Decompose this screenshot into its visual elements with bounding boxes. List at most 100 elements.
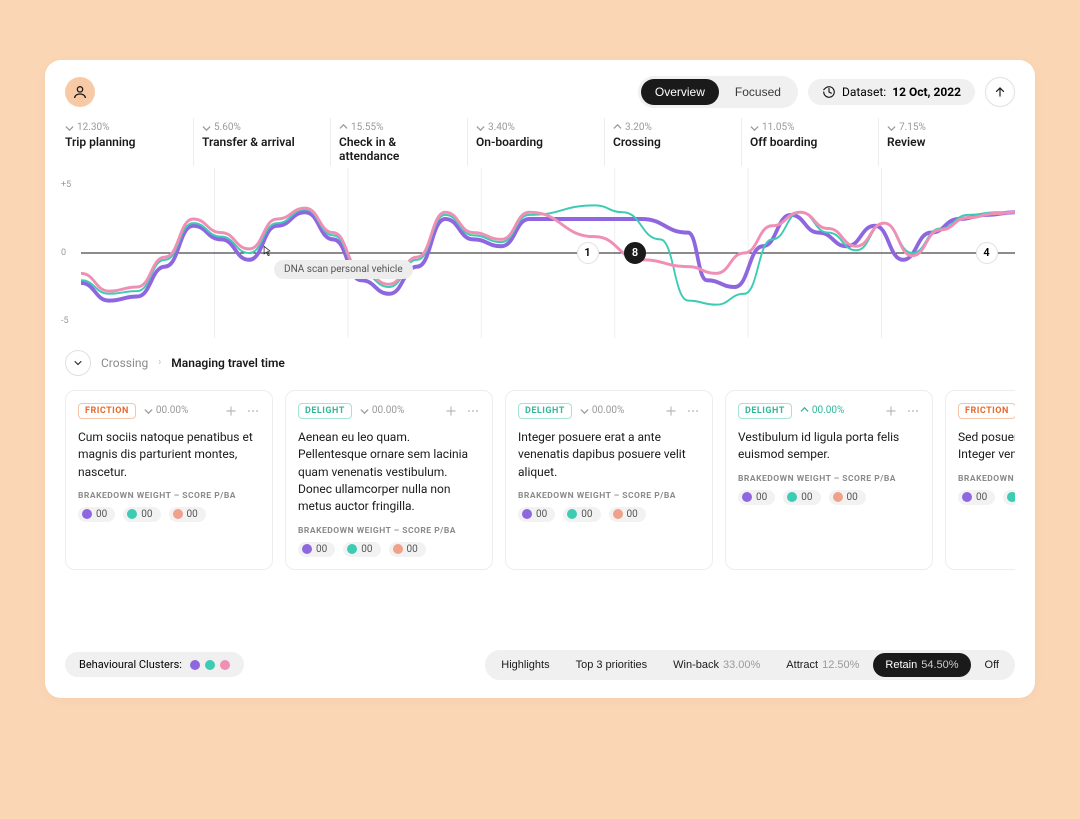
score-dot-icon [127, 509, 137, 519]
score-pill: 00 [169, 507, 206, 522]
focused-button[interactable]: Focused [721, 79, 795, 105]
avatar[interactable] [65, 77, 95, 107]
plus-icon [444, 404, 458, 418]
filter-button[interactable]: Win-back33.00% [661, 653, 772, 677]
card-subhead: BRAKEDOWN WEIGHT – SCORE P/BA [958, 474, 1015, 484]
top-right: Overview Focused Dataset: 12 Oct, 2022 [638, 76, 1015, 108]
cluster-dot-pink [220, 660, 230, 670]
cluster-dot-purple [190, 660, 200, 670]
card-add-button[interactable] [664, 404, 678, 418]
chart-svg [81, 168, 1015, 338]
filter-pct: 12.50% [822, 659, 859, 671]
card-body: Sed posuere consectetur lobortis. Intege… [958, 429, 1015, 464]
stage-delta: 15.55% [339, 122, 459, 133]
score-pill: 00 [609, 507, 646, 522]
score-pill: 00 [829, 490, 866, 505]
card-more-button[interactable] [466, 404, 480, 418]
insight-card[interactable]: FRICTION 00.00% Sed posuere consectetur … [945, 390, 1015, 570]
card-delta: 00.00% [144, 405, 188, 416]
filter-button[interactable]: Off [973, 653, 1011, 677]
card-tag: DELIGHT [738, 403, 792, 419]
card-more-button[interactable] [246, 404, 260, 418]
score-dot-icon [742, 492, 752, 502]
y-axis-ticks: +5 0 -5 [61, 168, 81, 338]
topbar: Overview Focused Dataset: 12 Oct, 2022 [65, 76, 1015, 108]
score-dot-icon [347, 544, 357, 554]
chart-point-badge[interactable]: 1 [577, 242, 599, 264]
y-tick: +5 [61, 180, 71, 190]
card-scores: 0000 [958, 490, 1015, 505]
insight-card[interactable]: DELIGHT 00.00% Aenean eu leo quam. Pelle… [285, 390, 493, 570]
breadcrumb-sep-icon: › [158, 357, 161, 368]
more-icon [686, 404, 700, 418]
clusters-pill[interactable]: Behavioural Clusters: [65, 652, 244, 677]
stage-column[interactable]: 3.20% Crossing [604, 118, 741, 166]
score-pill: 00 [1003, 490, 1015, 505]
stages-row: 12.30% Trip planning 5.60% Transfer & ar… [65, 118, 1015, 166]
score-pill: 00 [78, 507, 115, 522]
insight-card[interactable]: DELIGHT 00.00% Vestibulum id ligula port… [725, 390, 933, 570]
stage-delta: 11.05% [750, 122, 870, 133]
score-dot-icon [302, 544, 312, 554]
insight-card[interactable]: DELIGHT 00.00% Integer posuere erat a an… [505, 390, 713, 570]
breadcrumb: Crossing › Managing travel time [65, 350, 1015, 376]
cursor-icon [260, 243, 274, 257]
breadcrumb-parent[interactable]: Crossing [101, 356, 148, 370]
score-dot-icon [82, 509, 92, 519]
stage-column[interactable]: 5.60% Transfer & arrival [193, 118, 330, 166]
insight-card[interactable]: FRICTION 00.00% Cum sociis natoque penat… [65, 390, 273, 570]
score-dot-icon [173, 509, 183, 519]
stage-delta: 5.60% [202, 122, 322, 133]
user-icon [72, 84, 88, 100]
filter-button[interactable]: Top 3 priorities [564, 653, 660, 677]
chart-point-badge[interactable]: 4 [976, 242, 998, 264]
stage-label: Transfer & arrival [202, 135, 322, 149]
cards-row: FRICTION 00.00% Cum sociis natoque penat… [65, 390, 1015, 570]
plus-icon [224, 404, 238, 418]
stage-column[interactable]: 3.40% On-boarding [467, 118, 604, 166]
score-pill: 00 [738, 490, 775, 505]
chart-tooltip: DNA scan personal vehicle [274, 260, 413, 279]
card-delta: 00.00% [800, 405, 844, 416]
filter-button[interactable]: Highlights [489, 653, 561, 677]
card-header: FRICTION 00.00% [958, 403, 1015, 419]
card-tag: DELIGHT [518, 403, 572, 419]
card-add-button[interactable] [224, 404, 238, 418]
card-add-button[interactable] [444, 404, 458, 418]
overview-button[interactable]: Overview [641, 79, 719, 105]
score-dot-icon [522, 509, 532, 519]
card-subhead: BRAKEDOWN WEIGHT – SCORE P/BA [518, 491, 700, 501]
chart-point-badge[interactable]: 8 [624, 242, 646, 264]
filter-button[interactable]: Retain54.50% [873, 653, 970, 677]
stage-column[interactable]: 11.05% Off boarding [741, 118, 878, 166]
stage-column[interactable]: 15.55% Check in & attendance [330, 118, 467, 166]
card-delta: 00.00% [360, 405, 404, 416]
score-pill: 00 [389, 542, 426, 557]
history-icon [822, 85, 836, 99]
plus-icon [664, 404, 678, 418]
stage-label: Trip planning [65, 135, 185, 149]
stage-delta: 7.15% [887, 122, 1007, 133]
cluster-dots [190, 660, 230, 670]
score-dot-icon [962, 492, 972, 502]
score-dot-icon [393, 544, 403, 554]
filter-button[interactable]: Attract12.50% [774, 653, 871, 677]
card-header: DELIGHT 00.00% [518, 403, 700, 419]
filter-label: Off [985, 659, 999, 671]
breadcrumb-toggle[interactable] [65, 350, 91, 376]
card-header: DELIGHT 00.00% [298, 403, 480, 419]
stage-column[interactable]: 7.15% Review [878, 118, 1015, 166]
upload-button[interactable] [985, 77, 1015, 107]
score-pill: 00 [123, 507, 160, 522]
card-add-button[interactable] [884, 404, 898, 418]
card-more-button[interactable] [906, 404, 920, 418]
card-subhead: BRAKEDOWN WEIGHT – SCORE P/BA [298, 526, 480, 536]
score-dot-icon [613, 509, 623, 519]
card-tag: FRICTION [958, 403, 1015, 419]
score-pill: 00 [563, 507, 600, 522]
card-more-button[interactable] [686, 404, 700, 418]
view-toggle: Overview Focused [638, 76, 798, 108]
dataset-pill[interactable]: Dataset: 12 Oct, 2022 [808, 79, 975, 105]
card-scores: 000000 [298, 542, 480, 557]
stage-column[interactable]: 12.30% Trip planning [65, 118, 193, 166]
